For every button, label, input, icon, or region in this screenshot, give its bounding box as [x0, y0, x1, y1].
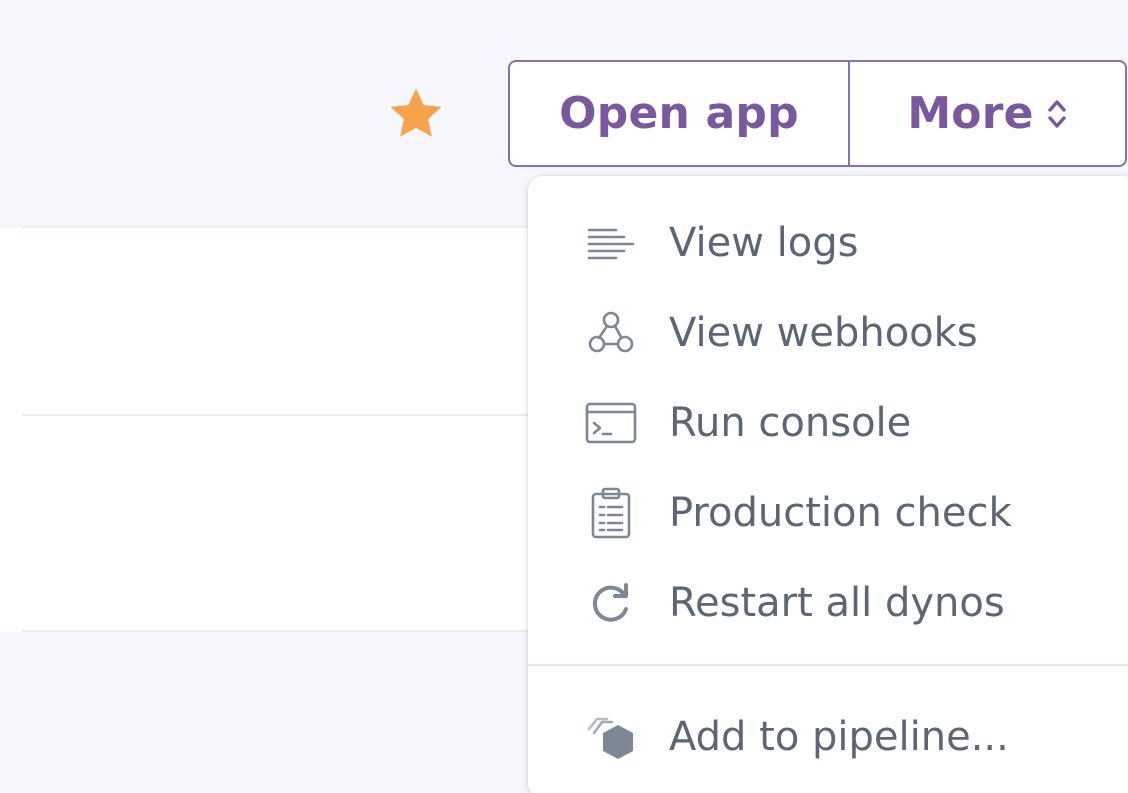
menu-item-label: View logs	[669, 220, 859, 266]
menu-item-label: View webhooks	[669, 310, 978, 356]
content-edge	[0, 228, 22, 632]
menu-item-view-logs[interactable]: View logs	[528, 204, 1128, 282]
menu-item-label: Run console	[669, 400, 912, 446]
restart-icon	[583, 575, 639, 631]
more-button-label: More	[907, 88, 1034, 139]
menu-item-add-to-pipeline[interactable]: Add to pipeline...	[528, 698, 1128, 776]
menu-divider	[528, 664, 1128, 666]
open-app-button[interactable]: Open app	[510, 62, 850, 165]
chevron-up-down-icon	[1047, 99, 1066, 128]
menu-item-view-webhooks[interactable]: View webhooks	[528, 294, 1128, 372]
console-icon	[583, 395, 639, 451]
menu-item-label: Add to pipeline...	[669, 714, 1009, 760]
more-button[interactable]: More	[850, 62, 1125, 165]
menu-item-production-check[interactable]: Production check	[528, 474, 1128, 552]
webhooks-icon	[583, 305, 639, 361]
clipboard-icon	[583, 485, 639, 541]
menu-item-run-console[interactable]: Run console	[528, 384, 1128, 462]
star-icon[interactable]	[386, 84, 446, 144]
menu-item-restart-dynos[interactable]: Restart all dynos	[528, 564, 1128, 642]
app-actions-group: Open app More	[508, 60, 1127, 167]
menu-item-label: Production check	[669, 490, 1012, 536]
menu-item-label: Restart all dynos	[669, 580, 1005, 626]
more-dropdown-menu: View logs View webhooks Run console Prod…	[528, 176, 1128, 793]
logs-icon	[583, 215, 639, 271]
pipeline-icon	[583, 709, 639, 765]
